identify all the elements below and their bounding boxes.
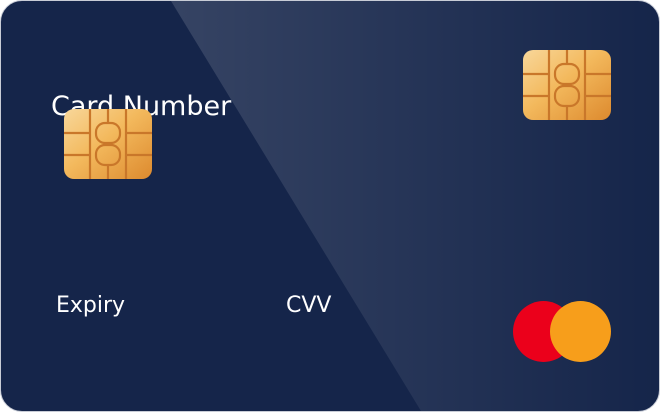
- emv-chip-icon: [523, 50, 611, 120]
- emv-chip-icon: [64, 109, 152, 179]
- mastercard-logo-icon: [513, 301, 611, 363]
- expiry-label: Expiry: [56, 293, 126, 318]
- mastercard-orange-circle: [550, 301, 611, 362]
- cvv-label: CVV: [286, 293, 332, 318]
- credit-card: Card Number Expiry CVV: [0, 0, 660, 412]
